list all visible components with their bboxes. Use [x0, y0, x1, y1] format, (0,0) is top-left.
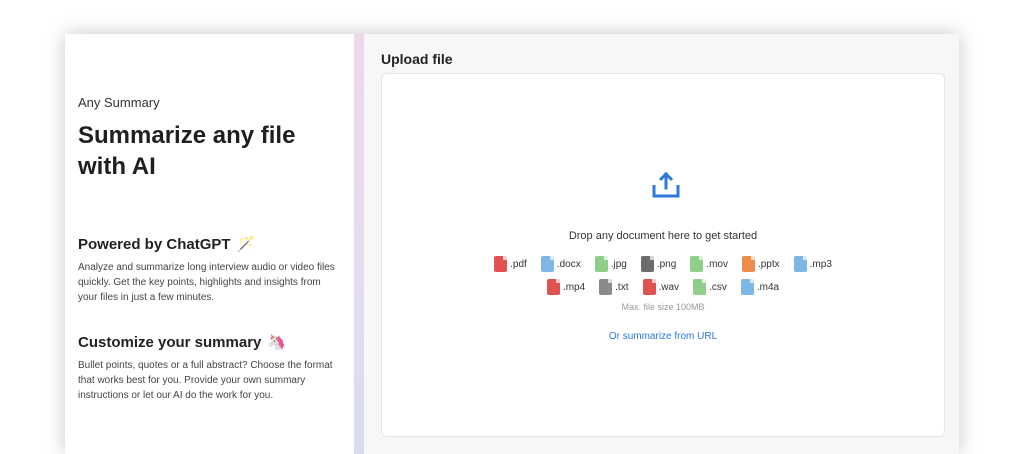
upload-title: Upload file	[381, 51, 453, 67]
file-type-label: .pdf	[510, 258, 527, 270]
file-txt-icon	[599, 279, 613, 295]
file-type-png: .png	[640, 256, 677, 272]
file-type-mp3: .mp3	[793, 256, 832, 272]
file-type-mp4: .mp4	[546, 279, 586, 295]
file-type-wav: .wav	[642, 279, 680, 295]
file-type-label: .mov	[706, 258, 728, 270]
file-type-label: .png	[656, 258, 677, 270]
upload-icon	[652, 171, 680, 198]
brand-label: Any Summary	[78, 95, 160, 110]
file-type-label: .m4a	[756, 281, 780, 293]
file-pdf-icon	[494, 256, 508, 272]
file-type-pdf: .pdf	[494, 256, 527, 272]
summarize-url-link[interactable]: Or summarize from URL	[382, 331, 944, 342]
panel-divider	[354, 34, 364, 454]
file-type-jpg: .jpg	[594, 256, 627, 272]
upload-panel: Upload file Drop any document here to ge…	[364, 34, 959, 454]
file-mp4-icon	[546, 279, 560, 295]
file-csv-icon	[693, 279, 707, 295]
file-type-txt: .txt	[599, 279, 629, 295]
file-wav-icon	[642, 279, 656, 295]
file-mp3-icon	[793, 256, 807, 272]
file-type-label: .docx	[556, 258, 581, 270]
file-type-pptx: .pptx	[741, 256, 780, 272]
file-type-label: .jpg	[610, 258, 627, 270]
file-mov-icon	[690, 256, 704, 272]
section-title-powered: Powered by ChatGPT 🪄	[78, 236, 256, 253]
file-docx-icon	[540, 256, 554, 272]
file-pptx-icon	[741, 256, 755, 272]
file-png-icon	[640, 256, 654, 272]
file-type-label: .mp3	[809, 258, 832, 270]
section-title-customize: Customize your summary 🦄	[78, 334, 287, 351]
file-type-m4a: .m4a	[740, 279, 780, 295]
file-type-label: .wav	[658, 281, 680, 293]
max-file-size: Max. file size 100MB	[621, 302, 705, 312]
info-panel: Any Summary Summarize any file with AI P…	[65, 34, 354, 454]
file-type-label: .mp4	[562, 281, 586, 293]
magic-wand-icon: 🪄	[236, 236, 256, 253]
file-types-row-1: .pdf .docx .jpg .png .mov .pptx .mp3	[382, 256, 944, 272]
section-body-customize: Bullet points, quotes or a full abstract…	[78, 360, 333, 401]
file-m4a-icon	[740, 279, 754, 295]
file-type-label: .txt	[615, 281, 629, 293]
file-type-mov: .mov	[690, 256, 728, 272]
page-title: Summarize any file with AI	[78, 122, 296, 180]
app-window: Any Summary Summarize any file with AI P…	[65, 34, 959, 454]
drop-instructions: Drop any document here to get started	[568, 230, 758, 242]
file-jpg-icon	[594, 256, 608, 272]
file-dropzone[interactable]: Drop any document here to get started .p…	[381, 73, 945, 437]
file-types-row-2: .mp4 .txt .wav .csv .m4a	[382, 279, 944, 295]
unicorn-icon: 🦄	[267, 334, 287, 351]
section-body-powered: Analyze and summarize long interview aud…	[78, 262, 335, 303]
file-type-label: .csv	[709, 281, 727, 293]
file-type-label: .pptx	[757, 258, 780, 270]
file-type-docx: .docx	[540, 256, 581, 272]
file-type-csv: .csv	[693, 279, 727, 295]
